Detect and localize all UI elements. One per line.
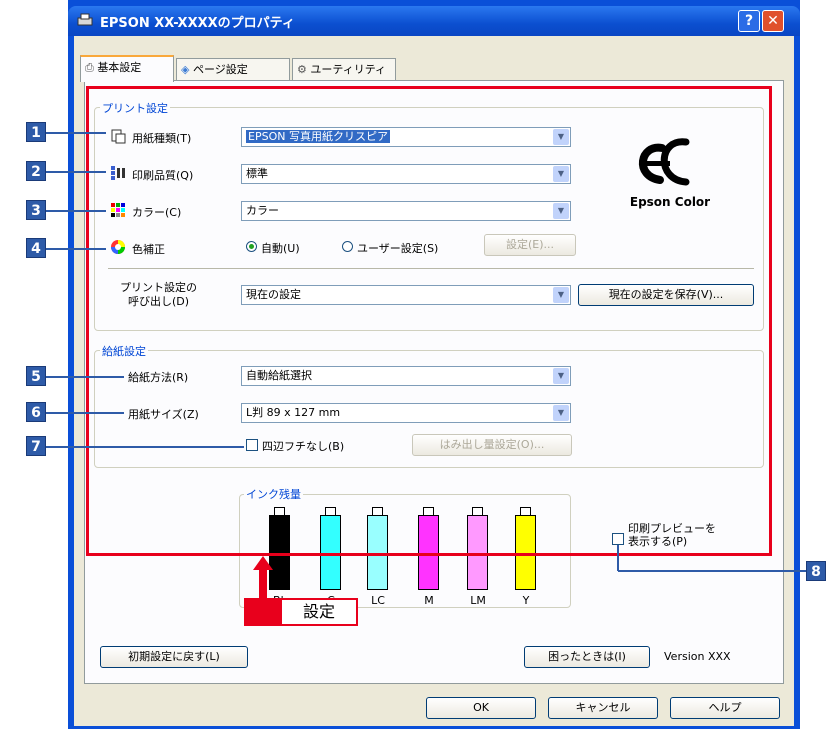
- tab-utility[interactable]: ⚙ ユーティリティ: [292, 58, 396, 80]
- printer-icon: [77, 13, 93, 26]
- ok-button[interactable]: OK: [426, 697, 536, 719]
- utility-icon: ⚙: [297, 63, 307, 76]
- callout-4: 4: [26, 238, 46, 258]
- callout-2: 2: [26, 161, 46, 181]
- callout-5: 5: [26, 366, 46, 386]
- ink-label: LC: [371, 594, 385, 607]
- callout-leader: [46, 132, 106, 134]
- tab-label: ページ設定: [192, 63, 248, 76]
- callout-leader: [46, 412, 124, 414]
- callout-leader: [46, 171, 106, 173]
- callout-7: 7: [26, 436, 46, 456]
- close-button[interactable]: ✕: [762, 10, 784, 32]
- callout-leader: [618, 570, 806, 572]
- callout-leader: [46, 446, 244, 448]
- callout-3: 3: [26, 200, 46, 220]
- tab-label: 基本設定: [97, 61, 142, 74]
- page-layout-icon: ◈: [181, 63, 190, 76]
- settings-tag: 設定: [280, 598, 358, 626]
- tab-page-setup[interactable]: ◈ ページ設定: [176, 58, 290, 80]
- ink-label: Y: [522, 594, 530, 607]
- help-title-button[interactable]: ?: [738, 10, 760, 32]
- version-text: Version XXX: [664, 650, 731, 663]
- troubleshoot-button[interactable]: 困ったときは(I): [524, 646, 650, 668]
- ink-label: LM: [470, 594, 486, 607]
- highlight-frame: [86, 86, 772, 556]
- callout-1: 1: [26, 122, 46, 142]
- tab-basic[interactable]: ⎙ 基本設定: [80, 55, 174, 82]
- callout-8: 8: [806, 561, 826, 581]
- callout-6: 6: [26, 402, 46, 422]
- reset-defaults-button[interactable]: 初期設定に戻す(L): [100, 646, 248, 668]
- callout-leader: [617, 545, 619, 571]
- window-title: EPSON XX-XXXXのプロパティ: [100, 16, 295, 31]
- cancel-button[interactable]: キャンセル: [548, 697, 658, 719]
- printer-icon: ⎙: [85, 61, 94, 74]
- callout-leader: [46, 210, 106, 212]
- settings-tag-marker: [244, 598, 280, 626]
- ink-label: M: [424, 594, 434, 607]
- help-button[interactable]: ヘルプ: [670, 697, 780, 719]
- callout-leader: [46, 248, 106, 250]
- arrow-up-icon: [253, 556, 273, 600]
- callout-leader: [46, 376, 124, 378]
- tab-label: ユーティリティ: [310, 63, 387, 76]
